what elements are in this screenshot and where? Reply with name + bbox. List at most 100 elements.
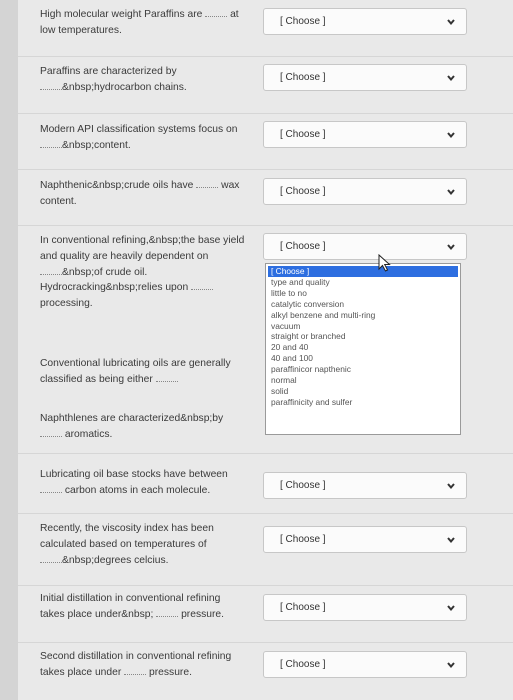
question-text: Naphthenic&nbsp;crude oils have wax cont… — [40, 178, 258, 210]
question-text: Paraffins are characterized by &nbsp;hyd… — [40, 64, 258, 96]
question-line: at — [227, 9, 239, 20]
chevron-down-icon — [447, 19, 455, 26]
question-row: Lubricating oil base stocks have between… — [18, 453, 513, 514]
answer-select[interactable]: [ Choose ] — [263, 8, 467, 35]
dropdown-option[interactable]: type and quality — [266, 277, 460, 288]
chevron-down-icon — [447, 244, 455, 251]
mouse-pointer-icon — [378, 254, 391, 272]
answer-blank — [40, 81, 62, 90]
dropdown-option[interactable]: 20 and 40 — [266, 342, 460, 353]
chevron-down-icon — [447, 189, 455, 196]
question-text: Modern API classification systems focus … — [40, 122, 258, 154]
question-row: Naphthenic&nbsp;crude oils have wax cont… — [18, 169, 513, 226]
answer-select[interactable]: [ Choose ] — [263, 526, 467, 553]
question-line: &nbsp;hydrocarbon chains. — [62, 82, 187, 93]
chevron-down-icon — [447, 483, 455, 490]
question-line: and quality are heavily dependent on — [40, 251, 209, 262]
question-line: Naphthlenes are characterized&nbsp;by — [40, 413, 224, 424]
answer-select[interactable]: [ Choose ] — [263, 651, 467, 678]
question-line: processing. — [40, 298, 93, 309]
question-row: Paraffins are characterized by &nbsp;hyd… — [18, 56, 513, 114]
dropdown-option[interactable]: solid — [266, 386, 460, 397]
answer-blank — [191, 281, 214, 290]
answer-blank — [124, 666, 147, 675]
question-line: pressure. — [146, 667, 192, 678]
question-line: &nbsp;degrees celcius. — [62, 555, 169, 566]
question-line: Hydrocracking&nbsp;relies upon — [40, 282, 192, 293]
question-text: Conventional lubricating oils are genera… — [40, 356, 258, 388]
question-line: Modern API classification systems focus … — [40, 124, 238, 135]
question-row: Second distillation in conventional refi… — [18, 642, 513, 700]
question-line: low temperatures. — [40, 25, 122, 36]
question-line: wax — [218, 180, 240, 191]
answer-blank — [40, 554, 62, 563]
question-line: takes place under&nbsp; — [40, 609, 157, 620]
question-text: Second distillation in conventional refi… — [40, 649, 258, 681]
answer-select[interactable]: [ Choose ] — [263, 594, 467, 621]
question-line: carbon atoms in each molecule. — [62, 485, 211, 496]
question-line: High molecular weight Paraffins are — [40, 9, 206, 20]
question-text: Lubricating oil base stocks have between… — [40, 467, 258, 499]
answer-select[interactable]: [ Choose ] — [263, 64, 467, 91]
question-line: calculated based on temperatures of — [40, 539, 207, 550]
question-text: In conventional refining,&nbsp;the base … — [40, 233, 258, 281]
select-value: [ Choose ] — [280, 129, 326, 140]
answer-select[interactable]: [ Choose ] — [263, 121, 467, 148]
chevron-down-icon — [447, 662, 455, 669]
select-value: [ Choose ] — [280, 16, 326, 27]
question-line: classified as being either — [40, 374, 156, 385]
answer-select[interactable]: [ Choose ] — [263, 472, 467, 499]
select-value: [ Choose ] — [280, 72, 326, 83]
dropdown-option[interactable]: alkyl benzene and multi-ring — [266, 310, 460, 321]
question-text: Recently, the viscosity index has been c… — [40, 521, 258, 569]
question-line: Conventional lubricating oils are genera… — [40, 358, 231, 369]
answer-blank — [40, 266, 62, 275]
dropdown-option[interactable]: paraffinicity and sulfer — [266, 397, 460, 408]
question-text: Naphthlenes are characterized&nbsp;by ar… — [40, 411, 258, 443]
answer-select[interactable]: [ Choose ] — [263, 233, 467, 260]
chevron-down-icon — [447, 75, 455, 82]
question-row: Modern API classification systems focus … — [18, 113, 513, 170]
chevron-down-icon — [447, 132, 455, 139]
dropdown-option[interactable]: 40 and 100 — [266, 353, 460, 364]
dropdown-list: [ Choose ] type and quality little to no… — [265, 263, 461, 435]
question-line: Second distillation in conventional refi… — [40, 651, 232, 662]
answer-blank — [196, 179, 219, 188]
question-text: Hydrocracking&nbsp;relies upon processin… — [40, 280, 258, 312]
question-line: pressure. — [178, 609, 224, 620]
question-text: High molecular weight Paraffins are at l… — [40, 7, 258, 39]
answer-blank — [205, 8, 228, 17]
answer-blank — [40, 484, 62, 493]
answer-blank — [40, 428, 62, 437]
dropdown-option[interactable]: straight or branched — [266, 331, 460, 342]
dropdown-option[interactable]: paraffinicor napthenic — [266, 364, 460, 375]
answer-select[interactable]: [ Choose ] — [263, 178, 467, 205]
chevron-down-icon — [447, 537, 455, 544]
select-value: [ Choose ] — [280, 602, 326, 613]
question-line: &nbsp;of crude oil. — [62, 267, 148, 278]
question-line: aromatics. — [62, 429, 113, 440]
select-value: [ Choose ] — [280, 241, 326, 252]
question-line: Lubricating oil base stocks have between — [40, 469, 228, 480]
question-line: Recently, the viscosity index has been — [40, 523, 214, 534]
select-value: [ Choose ] — [280, 659, 326, 670]
question-line: &nbsp;content. — [62, 140, 131, 151]
quiz-page: High molecular weight Paraffins are at l… — [18, 0, 513, 700]
select-value: [ Choose ] — [280, 480, 326, 491]
question-row: Recently, the viscosity index has been c… — [18, 513, 513, 586]
answer-blank — [40, 139, 62, 148]
dropdown-option[interactable]: vacuum — [266, 321, 460, 332]
dropdown-option[interactable]: little to no — [266, 288, 460, 299]
question-row: Initial distillation in conventional ref… — [18, 585, 513, 643]
question-line: Paraffins are characterized by — [40, 66, 177, 77]
question-text: Initial distillation in conventional ref… — [40, 591, 258, 623]
question-line: In conventional refining,&nbsp;the base … — [40, 235, 245, 246]
chevron-down-icon — [447, 605, 455, 612]
dropdown-option[interactable]: [ Choose ] — [268, 266, 458, 277]
dropdown-option[interactable]: normal — [266, 375, 460, 386]
select-value: [ Choose ] — [280, 186, 326, 197]
select-value: [ Choose ] — [280, 534, 326, 545]
answer-blank — [156, 608, 179, 617]
dropdown-option[interactable]: catalytic conversion — [266, 299, 460, 310]
question-line: content. — [40, 196, 77, 207]
